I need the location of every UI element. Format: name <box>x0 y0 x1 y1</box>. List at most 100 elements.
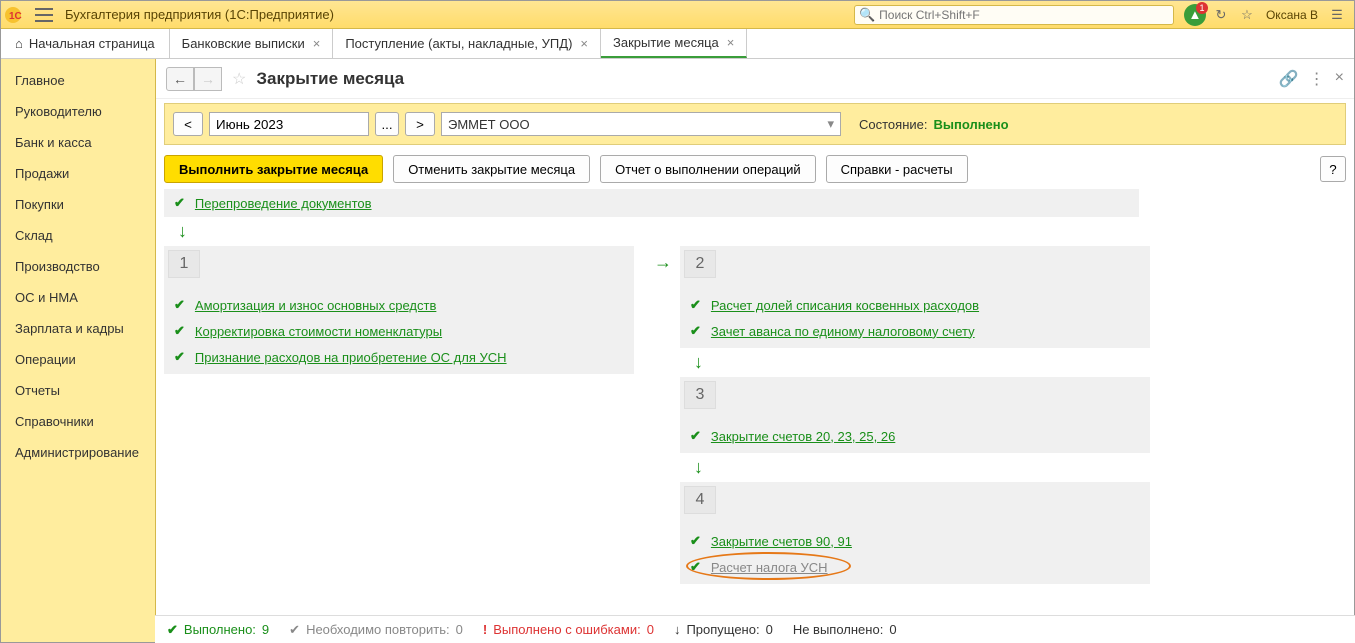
svg-text:1C: 1C <box>9 11 22 22</box>
sidebar-item-manager[interactable]: Руководителю <box>1 96 155 127</box>
tabbar: ⌂ Начальная страница Банковские выписки … <box>1 29 1354 59</box>
status-errors-label: Выполнено с ошибками: <box>493 622 641 637</box>
check-icon: ✔ <box>690 323 701 339</box>
status-errors-count: 0 <box>647 622 654 637</box>
help-button[interactable]: ? <box>1320 156 1346 182</box>
user-name[interactable]: Оксана В <box>1266 8 1318 22</box>
star-icon[interactable]: ☆ <box>232 69 246 89</box>
chevron-down-icon: ▾ <box>827 116 834 132</box>
stage-4-block: 4 ✔Закрытие счетов 90, 91 ✔ Расчет налог… <box>680 482 1150 584</box>
sidebar-item-operations[interactable]: Операции <box>1 344 155 375</box>
global-search[interactable]: 🔍 <box>854 5 1174 25</box>
window-menu-icon[interactable]: ☰ <box>1326 4 1348 26</box>
check-icon: ✔ <box>690 297 701 313</box>
tab-home[interactable]: ⌂ Начальная страница <box>1 29 170 58</box>
sidebar-item-payroll[interactable]: Зарплата и кадры <box>1 313 155 344</box>
sidebar-item-purchases[interactable]: Покупки <box>1 189 155 220</box>
op-link[interactable]: Закрытие счетов 90, 91 <box>711 534 852 549</box>
status-label: Состояние: <box>859 117 927 132</box>
app-logo-icon: 1C <box>5 5 29 25</box>
arrow-down-icon: ↓ <box>694 352 1150 373</box>
tab-month-close[interactable]: Закрытие месяца × <box>601 29 747 58</box>
status-notdone-label: Не выполнено: <box>793 622 883 637</box>
arrow-right-icon: → <box>654 252 672 273</box>
more-icon[interactable]: ⋮ <box>1309 69 1325 89</box>
status-skipped-count: 0 <box>766 622 773 637</box>
close-icon[interactable]: × <box>1335 69 1344 89</box>
op-link[interactable]: Зачет аванса по единому налоговому счету <box>711 324 975 339</box>
history-icon[interactable]: ↻ <box>1210 4 1232 26</box>
stage-2-block: 2 ✔ Расчет долей списания косвенных расхо… <box>680 246 1150 348</box>
close-icon[interactable]: × <box>313 36 321 51</box>
op-repost-docs: ✔ Перепроведение документов <box>164 189 1139 217</box>
tab-receipts[interactable]: Поступление (акты, накладные, УПД) × <box>333 29 601 58</box>
sidebar-item-production[interactable]: Производство <box>1 251 155 282</box>
check-icon: ✔ <box>289 622 300 638</box>
stage-1-column: 1 ✔Амортизация и износ основных средств … <box>164 246 634 586</box>
op-link[interactable]: Перепроведение документов <box>195 196 372 211</box>
sidebar-item-reports[interactable]: Отчеты <box>1 375 155 406</box>
params-bar: < ... > ЭММЕТ ООО ▾ Состояние: Выполнено <box>164 103 1346 145</box>
actions-row: Выполнить закрытие месяца Отменить закры… <box>156 149 1354 189</box>
notifications-icon[interactable]: ▲1 <box>1184 4 1206 26</box>
check-icon: ✔ <box>690 428 701 444</box>
period-picker-button[interactable]: ... <box>375 112 399 136</box>
titlebar: 1C Бухгалтерия предприятия (1С:Предприят… <box>1 1 1354 29</box>
status-done-count: 9 <box>262 622 269 637</box>
app-title: Бухгалтерия предприятия (1С:Предприятие) <box>65 7 334 22</box>
check-icon: ✔ <box>174 195 185 211</box>
status-skipped-label: Пропущено: <box>686 622 759 637</box>
report-button[interactable]: Отчет о выполнении операций <box>600 155 816 183</box>
menu-icon[interactable] <box>35 8 53 22</box>
op-link[interactable]: Корректировка стоимости номенклатуры <box>195 324 442 339</box>
arrow-down-icon: ↓ <box>694 457 1150 478</box>
search-icon: 🔍 <box>859 7 875 23</box>
period-prev-button[interactable]: < <box>173 112 203 136</box>
period-next-button[interactable]: > <box>405 112 435 136</box>
favorite-icon[interactable]: ☆ <box>1236 4 1258 26</box>
cancel-button[interactable]: Отменить закрытие месяца <box>393 155 590 183</box>
operations-area: ✔ Перепроведение документов ↓ 1 ✔Амортиз… <box>156 189 1354 642</box>
op-link[interactable]: Расчет долей списания косвенных расходов <box>711 298 979 313</box>
op-link[interactable]: Признание расходов на приобретение ОС дл… <box>195 350 507 365</box>
op-link[interactable]: Расчет налога УСН <box>711 560 828 575</box>
close-icon[interactable]: × <box>727 35 735 50</box>
home-icon: ⌂ <box>15 36 23 51</box>
period-input[interactable] <box>209 112 369 136</box>
error-icon: ! <box>483 622 487 637</box>
sidebar-item-sales[interactable]: Продажи <box>1 158 155 189</box>
tab-label: Поступление (акты, накладные, УПД) <box>345 36 572 51</box>
sidebar: Главное Руководителю Банк и касса Продаж… <box>1 59 156 642</box>
status-value: Выполнено <box>933 117 1008 132</box>
close-icon[interactable]: × <box>580 36 588 51</box>
sidebar-item-bank[interactable]: Банк и касса <box>1 127 155 158</box>
skip-icon: ↓ <box>674 622 681 637</box>
statusbar: ✔Выполнено:9 ✔Необходимо повторить:0 !Вы… <box>155 615 1355 643</box>
check-icon: ✔ <box>167 622 178 638</box>
check-icon: ✔ <box>174 349 185 365</box>
tab-label: Закрытие месяца <box>613 35 719 50</box>
check-icon: ✔ <box>174 323 185 339</box>
sidebar-item-catalogs[interactable]: Справочники <box>1 406 155 437</box>
op-link[interactable]: Закрытие счетов 20, 23, 25, 26 <box>711 429 895 444</box>
nav-back-button[interactable]: ← <box>166 67 194 91</box>
right-column: 2 ✔ Расчет долей списания косвенных расхо… <box>680 246 1150 586</box>
execute-button[interactable]: Выполнить закрытие месяца <box>164 155 383 183</box>
nav-forward-button[interactable]: → <box>194 67 222 91</box>
refs-button[interactable]: Справки - расчеты <box>826 155 968 183</box>
check-icon: ✔ <box>690 533 701 549</box>
op-link[interactable]: Амортизация и износ основных средств <box>195 298 436 313</box>
search-input[interactable] <box>879 8 1169 22</box>
sidebar-item-assets[interactable]: ОС и НМА <box>1 282 155 313</box>
link-icon[interactable]: 🔗 <box>1279 69 1299 89</box>
sidebar-item-main[interactable]: Главное <box>1 65 155 96</box>
sidebar-item-admin[interactable]: Администрирование <box>1 437 155 468</box>
check-icon: ✔ <box>174 297 185 313</box>
tab-bank-statements[interactable]: Банковские выписки × <box>170 29 334 58</box>
tab-label: Банковские выписки <box>182 36 305 51</box>
status-notdone-count: 0 <box>889 622 896 637</box>
stage-number-2: 2 <box>684 250 716 278</box>
organization-select[interactable]: ЭММЕТ ООО ▾ <box>441 112 841 136</box>
op-usn-tax: ✔ Расчет налога УСН <box>680 554 1150 580</box>
sidebar-item-warehouse[interactable]: Склад <box>1 220 155 251</box>
